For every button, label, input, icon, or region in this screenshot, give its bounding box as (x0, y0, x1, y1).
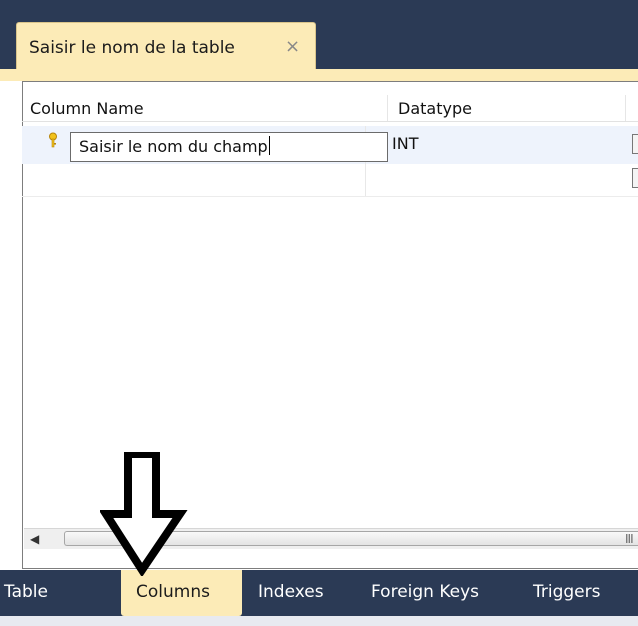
close-icon[interactable]: × (285, 36, 300, 57)
scroll-left-icon[interactable]: ◀ (30, 532, 39, 546)
table-row-empty[interactable] (22, 164, 638, 197)
document-tab-title: Saisir le nom de la table (29, 38, 235, 58)
checkbox[interactable] (632, 134, 638, 154)
tab-underline (0, 69, 638, 81)
grid-header: Column Name Datatype (22, 95, 638, 122)
datatype-header[interactable]: Datatype (398, 99, 472, 118)
document-tab[interactable]: Saisir le nom de la table × (16, 22, 316, 70)
bottom-tab-bar: Table Columns Indexes Foreign Keys Trigg… (0, 570, 638, 626)
column-name-input[interactable]: Saisir le nom du champ (70, 132, 388, 162)
key-icon (49, 132, 57, 148)
checkbox[interactable] (632, 168, 638, 188)
table-row[interactable]: Saisir le nom du champ INT (22, 126, 638, 196)
datatype-cell[interactable]: INT (392, 134, 418, 153)
tab-columns[interactable]: Columns (121, 570, 242, 616)
down-arrow-icon (100, 452, 188, 576)
grip-icon: III (625, 532, 634, 546)
header-divider (387, 95, 388, 121)
tab-triggers[interactable]: Triggers (533, 582, 601, 602)
tab-columns-label: Columns (136, 582, 210, 602)
tab-foreign-keys[interactable]: Foreign Keys (371, 582, 479, 602)
column-name-value: Saisir le nom du champ (79, 137, 268, 156)
header-divider (625, 95, 626, 121)
column-name-header[interactable]: Column Name (30, 99, 144, 118)
status-strip (0, 616, 638, 626)
tab-table[interactable]: Table (4, 582, 48, 602)
text-caret (268, 136, 270, 155)
tab-indexes[interactable]: Indexes (258, 582, 324, 602)
